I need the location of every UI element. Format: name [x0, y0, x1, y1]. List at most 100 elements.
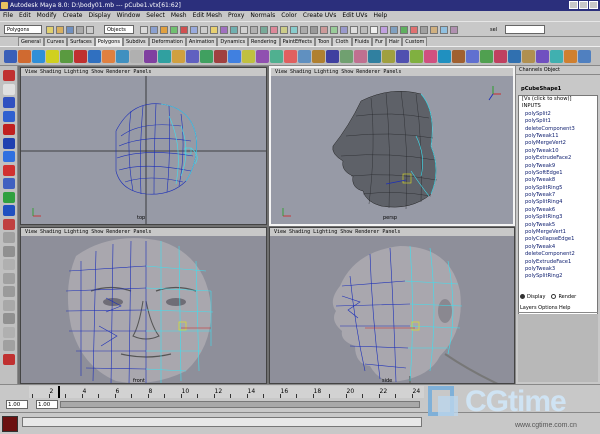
menu-mesh[interactable]: Mesh: [171, 11, 187, 21]
shelf-tab-animation[interactable]: Animation: [185, 37, 218, 46]
shelf-tool-icon[interactable]: [438, 50, 451, 63]
layout-icon[interactable]: [3, 313, 15, 324]
shelf-tab-polygons[interactable]: Polygons: [94, 37, 123, 46]
last-tool-icon[interactable]: [3, 191, 15, 203]
shelf-tool-icon[interactable]: [228, 50, 241, 63]
object-mode-dropdown[interactable]: Objects: [104, 25, 134, 34]
status-mask-icon[interactable]: [360, 26, 368, 34]
input-node-item[interactable]: deleteComponent2: [519, 251, 597, 258]
close-button[interactable]: [589, 1, 598, 9]
shelf-tool-icon[interactable]: [200, 50, 213, 63]
layer-editor[interactable]: [518, 314, 598, 382]
status-mask-icon[interactable]: [400, 26, 408, 34]
shelf-tab-surfaces[interactable]: Surfaces: [67, 37, 95, 46]
shelf-tool-icon[interactable]: [354, 50, 367, 63]
layers-menu[interactable]: Layers Options Help: [518, 304, 598, 313]
viewport-menu[interactable]: View Shading Lighting Show Renderer Pane…: [270, 228, 514, 236]
save-scene-icon[interactable]: [66, 26, 74, 34]
menu-create[interactable]: Create: [63, 11, 83, 21]
paint-select-icon[interactable]: [3, 97, 15, 108]
input-node-item[interactable]: polyTweak6: [519, 207, 597, 214]
input-node-item[interactable]: polySplitRing2: [519, 273, 597, 280]
select-tool-icon[interactable]: [3, 70, 15, 81]
new-scene-icon[interactable]: [46, 26, 54, 34]
shelf-tab-painteffects[interactable]: PaintEffects: [279, 37, 315, 46]
mel-script-icon[interactable]: [2, 416, 18, 432]
shelf-tool-icon[interactable]: [214, 50, 227, 63]
input-node-item[interactable]: polySplitRing4: [519, 199, 597, 206]
input-node-item[interactable]: polySplit2: [519, 111, 597, 118]
menu-edit-uvs[interactable]: Edit UVs: [342, 11, 367, 21]
shelf-tool-icon[interactable]: [32, 50, 45, 63]
menu-modify[interactable]: Modify: [37, 11, 57, 21]
shelf-tab-deformation[interactable]: Deformation: [148, 37, 186, 46]
status-mask-icon[interactable]: [220, 26, 228, 34]
maximize-button[interactable]: [579, 1, 588, 9]
menu-edit[interactable]: Edit: [19, 11, 31, 21]
shelf-tool-icon[interactable]: [550, 50, 563, 63]
status-mask-icon[interactable]: [250, 26, 258, 34]
input-node-item[interactable]: polySoftEdge1: [519, 170, 597, 177]
rotate-tool-icon[interactable]: [3, 124, 15, 135]
input-node-item[interactable]: polyExtrudeFace1: [519, 259, 597, 266]
shelf-tool-icon[interactable]: [340, 50, 353, 63]
menu-help[interactable]: Help: [374, 11, 388, 21]
start-time-field[interactable]: 1.00: [6, 400, 28, 409]
status-mask-icon[interactable]: [390, 26, 398, 34]
click-to-show-hint[interactable]: [Vs (click to show)]: [519, 96, 597, 103]
layout-icon[interactable]: [3, 272, 15, 284]
shelf-tool-icon[interactable]: [74, 50, 87, 63]
shelf-tool-icon[interactable]: [242, 50, 255, 63]
input-node-item[interactable]: polyMergeVert1: [519, 229, 597, 236]
shelf-tab-subdivs[interactable]: Subdivs: [123, 37, 149, 46]
input-node-item[interactable]: polyExtrudeFace2: [519, 155, 597, 162]
shelf-tab-fluids[interactable]: Fluids: [351, 37, 373, 46]
layout-icon[interactable]: [3, 299, 15, 311]
status-mask-icon[interactable]: [320, 26, 328, 34]
shelf-tool-icon[interactable]: [326, 50, 339, 63]
shelf-tool-icon[interactable]: [452, 50, 465, 63]
menu-create-uvs[interactable]: Create UVs: [303, 11, 336, 21]
shelf-tool-icon[interactable]: [424, 50, 437, 63]
status-mask-icon[interactable]: [310, 26, 318, 34]
menu-window[interactable]: Window: [117, 11, 141, 21]
status-mask-icon[interactable]: [190, 26, 198, 34]
status-mask-icon[interactable]: [330, 26, 338, 34]
status-mask-icon[interactable]: [410, 26, 418, 34]
menu-proxy[interactable]: Proxy: [228, 11, 244, 21]
status-mask-icon[interactable]: [150, 26, 158, 34]
shelf-tool-icon[interactable]: [60, 50, 73, 63]
status-mask-icon[interactable]: [380, 26, 388, 34]
input-node-item[interactable]: polyMergeVert2: [519, 140, 597, 147]
viewport-menu[interactable]: View Shading Lighting Show Renderer Pane…: [21, 228, 266, 236]
range-slider-bar[interactable]: [60, 401, 420, 408]
shelf-tab-toon[interactable]: Toon: [314, 37, 333, 46]
manipulator-icon[interactable]: [3, 151, 15, 162]
render-radio[interactable]: Render: [551, 294, 576, 300]
menu-edit-mesh[interactable]: Edit Mesh: [193, 11, 222, 21]
shelf-tool-icon[interactable]: [256, 50, 269, 63]
viewport-side[interactable]: View Shading Lighting Show Renderer Pane…: [269, 227, 515, 384]
viewport-top[interactable]: View Shading Lighting Show Renderer Pane…: [20, 67, 267, 225]
status-mask-icon[interactable]: [340, 26, 348, 34]
status-mask-icon[interactable]: [440, 26, 448, 34]
status-mask-icon[interactable]: [210, 26, 218, 34]
command-input[interactable]: [22, 417, 422, 427]
scale-tool-icon[interactable]: [3, 137, 15, 149]
time-slider-track[interactable]: 2 4 6 8 10 12 14 16 18 20 22 24: [29, 386, 424, 398]
shelf-tool-icon[interactable]: [4, 50, 17, 63]
menu-normals[interactable]: Normals: [250, 11, 275, 21]
layout-single-icon[interactable]: [3, 205, 15, 216]
shelf-tool-icon[interactable]: [522, 50, 535, 63]
status-mask-icon[interactable]: [160, 26, 168, 34]
shelf-tool-icon[interactable]: [270, 50, 283, 63]
input-node-item[interactable]: polyTweak11: [519, 133, 597, 140]
input-node-item[interactable]: deleteComponent3: [519, 126, 597, 133]
status-mask-icon[interactable]: [140, 26, 148, 34]
status-mask-icon[interactable]: [370, 26, 378, 34]
input-node-item[interactable]: polyTweak5: [519, 222, 597, 229]
shelf-tab-curves[interactable]: Curves: [43, 37, 68, 46]
layout-icon[interactable]: [3, 353, 15, 365]
shelf-tool-icon[interactable]: [480, 50, 493, 63]
select-object-icon[interactable]: [86, 26, 94, 34]
